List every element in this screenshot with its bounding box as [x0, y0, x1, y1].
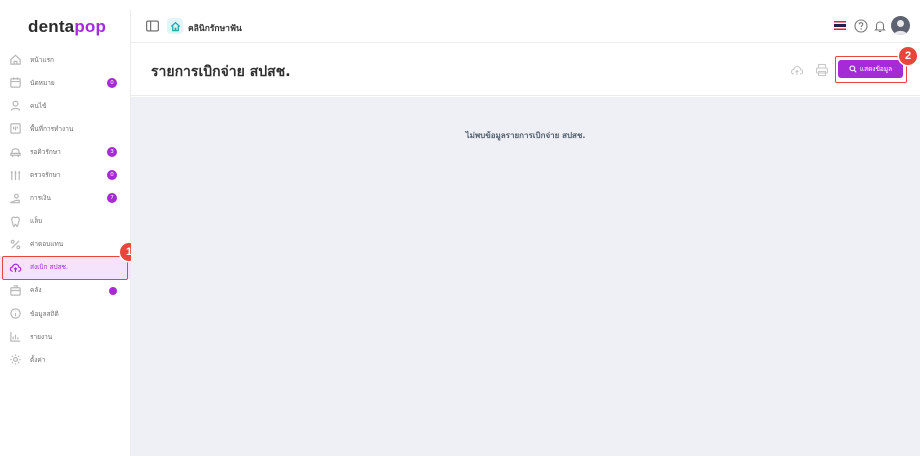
queue-count-badge: 3: [107, 146, 117, 157]
tooth-icon: [9, 215, 22, 228]
percent-icon: [9, 238, 22, 251]
sidebar-item-queue[interactable]: รอคิวรักษา 3: [0, 140, 131, 163]
treatment-count-badge: 0: [107, 169, 117, 180]
sidebar-item-label: หน้าแรก: [30, 55, 54, 64]
sidebar-item-label: แล็บ: [30, 217, 43, 226]
empty-state-message: ไม่พบข้อมูลรายการเบิกจ่าย สปสช.: [465, 131, 586, 140]
sidebar: dentapop หน้าแรก นัดหมาย 0 คนไข้ พื้นที่…: [0, 10, 131, 456]
printer-icon[interactable]: [815, 63, 829, 77]
inventory-status-dot: [109, 286, 117, 295]
workspace-icon: [9, 122, 22, 135]
sidebar-item-label: ตรวจรักษา: [30, 171, 61, 180]
user-icon: [9, 99, 22, 112]
show-data-button[interactable]: แสดงข้อมูล: [838, 60, 903, 78]
home-icon: [9, 53, 22, 66]
show-data-button-label: แสดงข้อมูล: [859, 65, 893, 73]
cloud-upload-icon[interactable]: [790, 63, 804, 77]
topbar: คลินิกรักษาฟัน: [131, 10, 920, 43]
sidebar-item-label: รายงาน: [30, 332, 53, 341]
sidebar-item-finance[interactable]: การเงิน 7: [0, 187, 131, 210]
page-title: รายการเบิกจ่าย สปสช.: [151, 64, 291, 80]
search-icon: [849, 65, 857, 73]
sidebar-item-label: คลัง: [30, 286, 42, 295]
sidebar-item-label: ตั้งค่า: [30, 355, 46, 364]
sidebar-item-inventory[interactable]: คลัง: [0, 279, 131, 302]
sidebar-item-label: นัดหมาย: [30, 78, 55, 87]
dental-tools-icon: [9, 169, 22, 182]
sidebar-item-statistics[interactable]: ข้อมูลสถิติ: [0, 302, 131, 325]
sidebar-item-label: ข้อมูลสถิติ: [30, 309, 59, 318]
sidebar-item-appointments[interactable]: นัดหมาย 0: [0, 71, 131, 94]
sidebar-item-label: รอคิวรักษา: [30, 147, 61, 156]
sidebar-item-nhso-claim[interactable]: ส่งเบิก สปสช.: [0, 255, 131, 279]
sidebar-item-label: คนไข้: [30, 101, 47, 110]
dentapop-logo[interactable]: dentapop: [28, 17, 106, 37]
cloud-upload-icon: [9, 261, 22, 274]
sidebar-item-label: การเงิน: [30, 194, 51, 203]
sidebar-item-settings[interactable]: ตั้งค่า: [0, 348, 131, 371]
help-icon[interactable]: [854, 19, 868, 33]
dental-chair-icon: [9, 145, 22, 158]
step-marker-2: 2: [899, 47, 917, 65]
clinic-name[interactable]: คลินิกรักษาฟัน: [188, 21, 242, 35]
sidebar-item-compensation[interactable]: ค่าตอบแทน: [0, 233, 131, 256]
sidebar-item-label: ค่าตอบแทน: [30, 240, 64, 249]
inventory-icon: [9, 284, 22, 297]
sidebar-item-lab[interactable]: แล็บ: [0, 210, 131, 233]
calendar-icon: [9, 76, 22, 89]
sidebar-toggle-icon[interactable]: [146, 20, 159, 32]
sidebar-item-patients[interactable]: คนไข้: [0, 94, 131, 117]
sidebar-item-treatment[interactable]: ตรวจรักษา 0: [0, 163, 131, 186]
avatar[interactable]: [891, 16, 910, 35]
gear-icon: [9, 353, 22, 366]
finance-count-badge: 7: [107, 193, 117, 204]
appointments-count-badge: 0: [107, 77, 117, 88]
sidebar-item-home[interactable]: หน้าแรก: [0, 48, 131, 71]
sidebar-item-label: พื้นที่การทำงาน: [30, 124, 74, 133]
sidebar-item-workspace[interactable]: พื้นที่การทำงาน: [0, 117, 131, 140]
sidebar-nav: หน้าแรก นัดหมาย 0 คนไข้ พื้นที่การทำงาน …: [0, 48, 131, 371]
clinic-house-icon: [167, 18, 183, 34]
bell-icon[interactable]: [873, 19, 887, 33]
report-chart-icon: [9, 330, 22, 343]
content-header: รายการเบิกจ่าย สปสช. แสดงข้อมูล: [131, 44, 920, 96]
main-content: ไม่พบข้อมูลรายการเบิกจ่าย สปสช.: [131, 97, 920, 456]
payment-icon: [9, 192, 22, 205]
sidebar-item-label: ส่งเบิก สปสช.: [30, 263, 69, 272]
info-icon: [9, 307, 22, 320]
thai-flag-icon[interactable]: [834, 21, 846, 30]
sidebar-item-reports[interactable]: รายงาน: [0, 325, 131, 348]
